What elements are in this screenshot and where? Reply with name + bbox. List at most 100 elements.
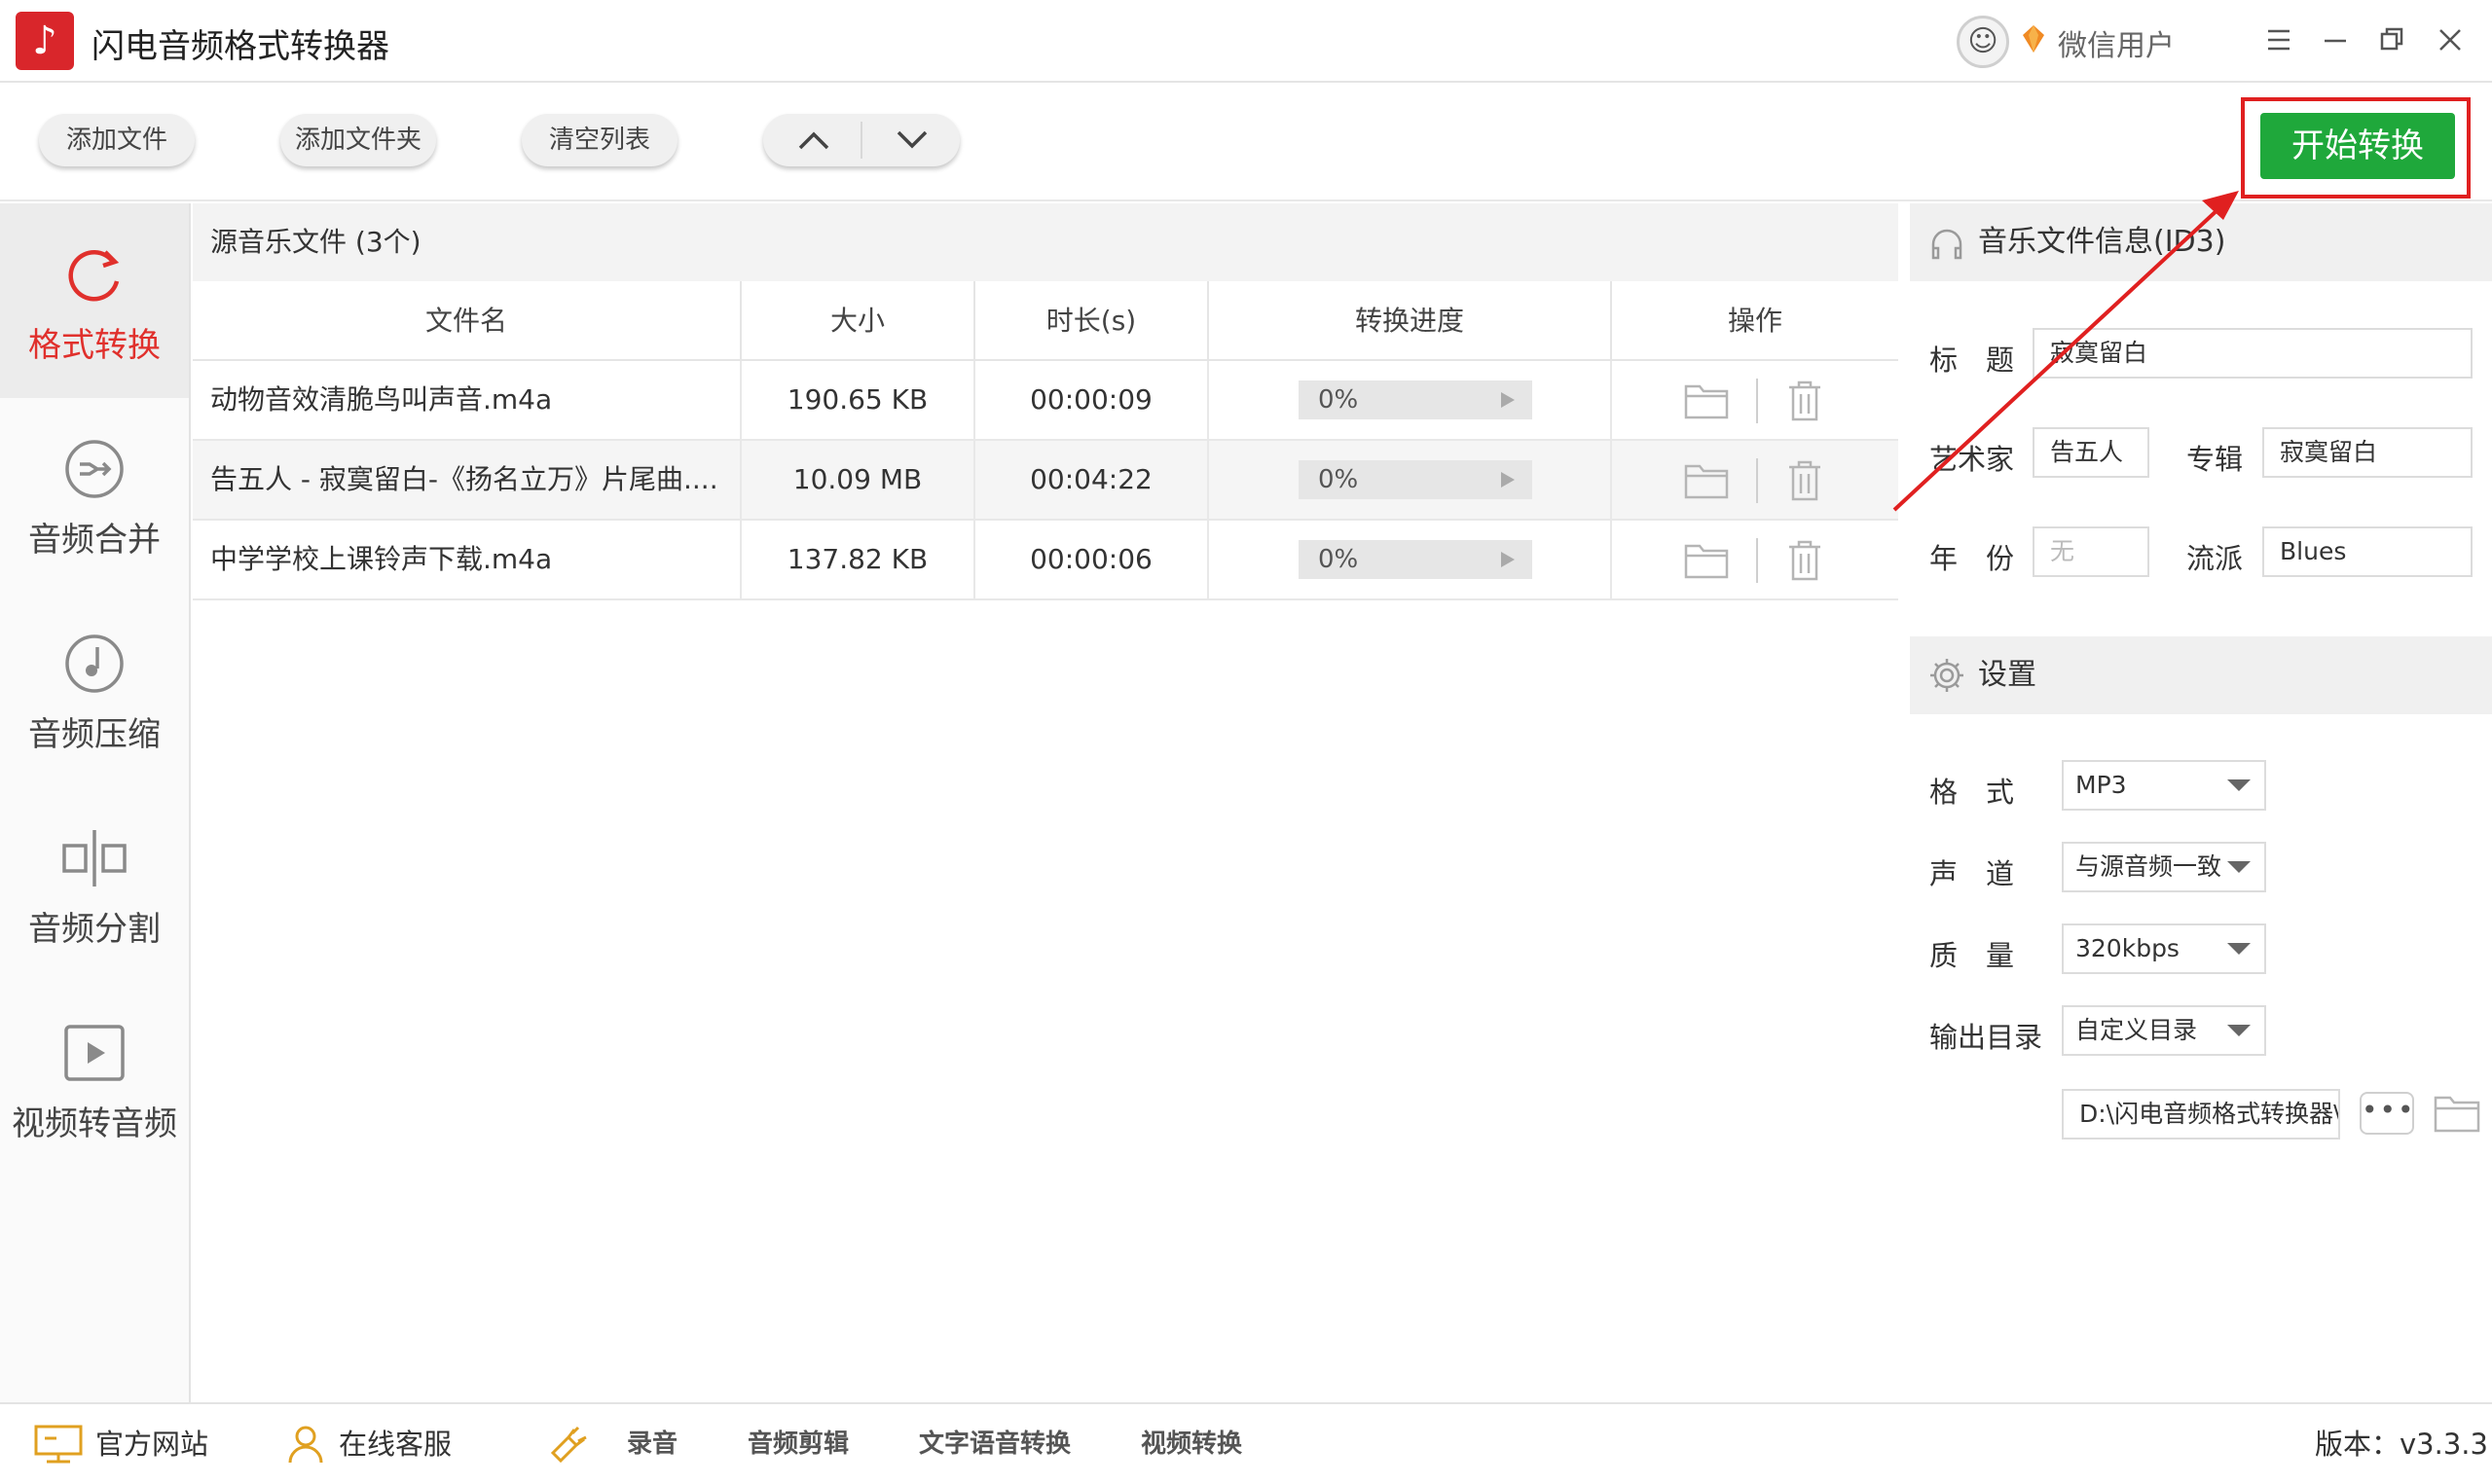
output-path-field[interactable]: D:\闪电音频格式转换器\ (2062, 1089, 2340, 1140)
table-row[interactable]: 告五人 - 寂寞留白-《扬名立万》片尾曲.... 10.09 MB 00:04:… (193, 441, 1898, 521)
play-icon (1501, 552, 1515, 567)
footer-record-link[interactable]: 录音 (627, 1404, 678, 1484)
channel-select[interactable]: 与源音频一致 (2062, 842, 2266, 892)
move-up-button[interactable] (763, 114, 861, 166)
footer-cut-link[interactable]: 音频剪辑 (748, 1404, 849, 1484)
output-select[interactable]: 自定义目录 (2062, 1005, 2266, 1056)
play-icon (1501, 472, 1515, 488)
trash-icon[interactable] (1785, 379, 1824, 421)
restore-icon[interactable] (2369, 18, 2414, 62)
megaphone-icon (550, 1426, 587, 1464)
table-header: 文件名 大小 时长(s) 转换进度 操作 (193, 281, 1898, 361)
table-row[interactable]: 动物音效清脆鸟叫声音.m4a 190.65 KB 00:00:09 0% (193, 361, 1898, 441)
file-duration: 00:00:09 (975, 361, 1209, 439)
progress-text: 0% (1318, 545, 1359, 574)
trash-icon[interactable] (1785, 458, 1824, 501)
refresh-icon (68, 250, 120, 302)
column-header-actions: 操作 (1727, 305, 1782, 337)
year-field[interactable]: 无 (2033, 526, 2149, 577)
title-bar: ♪ 闪电音频格式转换器 ☺ 微信用户 (0, 0, 2492, 83)
app-title: 闪电音频格式转换器 (92, 27, 389, 66)
user-service-icon (288, 1426, 323, 1464)
file-name: 动物音效清脆鸟叫声音.m4a (193, 361, 742, 439)
add-folder-button[interactable]: 添加文件夹 (280, 114, 436, 166)
progress-text: 0% (1318, 465, 1359, 494)
trash-icon[interactable] (1785, 538, 1824, 581)
format-value: MP3 (2075, 771, 2127, 799)
file-size: 137.82 KB (742, 521, 975, 598)
footer-service-link[interactable]: 在线客服 (339, 1404, 452, 1484)
chevron-up-icon (798, 131, 829, 150)
quality-select[interactable]: 320kbps (2062, 923, 2266, 974)
chevron-down-icon (2227, 1025, 2251, 1036)
footer-video-link[interactable]: 视频转换 (1141, 1404, 1242, 1484)
browse-more-button[interactable]: ••• (2360, 1092, 2414, 1135)
quality-label: 质 量 (1929, 939, 2015, 972)
actions-cell (1612, 521, 1898, 598)
sidebar-item-label: 格式转换 (28, 326, 161, 365)
clear-list-button[interactable]: 清空列表 (522, 114, 678, 166)
format-select[interactable]: MP3 (2062, 760, 2266, 811)
divider (1756, 458, 1758, 503)
right-panel: 音乐文件信息(ID3) 标 题 寂寞留白 艺术家 告五人 专辑 寂寞留白 年 份… (1910, 203, 2492, 1402)
sidebar-item-merge[interactable]: 音频合并 (0, 398, 189, 593)
sidebar-item-label: 视频转音频 (12, 1104, 177, 1143)
divider (1756, 538, 1758, 583)
file-size: 10.09 MB (742, 441, 975, 519)
open-folder-icon[interactable] (1684, 542, 1729, 579)
close-icon[interactable] (2428, 18, 2473, 62)
sidebar-item-label: 音频分割 (28, 910, 161, 949)
progress-cell: 0% (1209, 361, 1612, 439)
footer-tts-link[interactable]: 文字语音转换 (919, 1404, 1071, 1484)
column-header-name: 文件名 (193, 281, 742, 361)
move-down-button[interactable] (861, 114, 960, 166)
artist-label: 艺术家 (1929, 443, 2015, 476)
genre-label: 流派 (2186, 542, 2244, 575)
output-value: 自定义目录 (2075, 1016, 2198, 1044)
gear-icon (1930, 659, 1963, 692)
open-folder-icon[interactable] (1684, 462, 1729, 499)
progress-cell: 0% (1209, 521, 1612, 598)
album-field[interactable]: 寂寞留白 (2262, 427, 2473, 478)
artist-field[interactable]: 告五人 (2033, 427, 2149, 478)
sidebar-item-label: 音频合并 (28, 521, 161, 560)
menu-icon[interactable] (2256, 18, 2301, 62)
add-file-button[interactable]: 添加文件 (39, 114, 195, 166)
progress-cell: 0% (1209, 441, 1612, 519)
file-duration: 00:04:22 (975, 441, 1209, 519)
monitor-icon (34, 1425, 83, 1464)
file-size: 190.65 KB (742, 361, 975, 439)
output-label: 输出目录 (1929, 1021, 2043, 1054)
open-folder-icon[interactable] (1684, 382, 1729, 419)
chevron-down-icon (897, 130, 928, 149)
channel-label: 声 道 (1929, 857, 2015, 890)
title-field[interactable]: 寂寞留白 (2033, 328, 2473, 379)
app-logo: ♪ (16, 12, 74, 70)
sidebar-item-video-to-audio[interactable]: 视频转音频 (0, 982, 189, 1176)
minimize-icon[interactable] (2313, 18, 2358, 62)
music-note-icon (65, 634, 124, 693)
sidebar-item-compress[interactable]: 音频压缩 (0, 593, 189, 787)
footer-website-link[interactable]: 官方网站 (95, 1404, 208, 1484)
chevron-down-icon (2227, 943, 2251, 955)
start-convert-button[interactable]: 开始转换 (2260, 113, 2455, 179)
open-folder-icon[interactable] (2434, 1092, 2480, 1135)
file-name: 中学学校上课铃声下载.m4a (193, 521, 742, 598)
file-list-panel: 源音乐文件 (3个) 文件名 大小 时长(s) 转换进度 操作 动物音效清脆鸟叫… (193, 203, 1898, 1402)
table-row[interactable]: 中学学校上课铃声下载.m4a 137.82 KB 00:00:06 0% (193, 521, 1898, 600)
sidebar-item-label: 音频压缩 (28, 715, 161, 754)
channel-value: 与源音频一致 (2075, 852, 2222, 881)
sidebar-item-format-convert[interactable]: 格式转换 (0, 203, 189, 398)
title-label: 标 题 (1929, 344, 2015, 377)
user-name[interactable]: 微信用户 (2058, 21, 2175, 64)
user-avatar[interactable]: ☺ (1957, 16, 2009, 68)
sidebar-item-split[interactable]: 音频分割 (0, 787, 189, 982)
file-name: 告五人 - 寂寞留白-《扬名立万》片尾曲.... (193, 441, 742, 519)
chevron-down-icon (2227, 861, 2251, 873)
toolbar: 添加文件 添加文件夹 清空列表 (0, 85, 2492, 201)
column-header-progress: 转换进度 (1209, 281, 1612, 361)
version-label: 版本：v3.3.3 (2315, 1428, 2488, 1461)
genre-field[interactable]: Blues (2262, 526, 2473, 577)
settings-section-header: 设置 (1910, 636, 2492, 714)
progress-bar: 0% (1299, 460, 1532, 499)
